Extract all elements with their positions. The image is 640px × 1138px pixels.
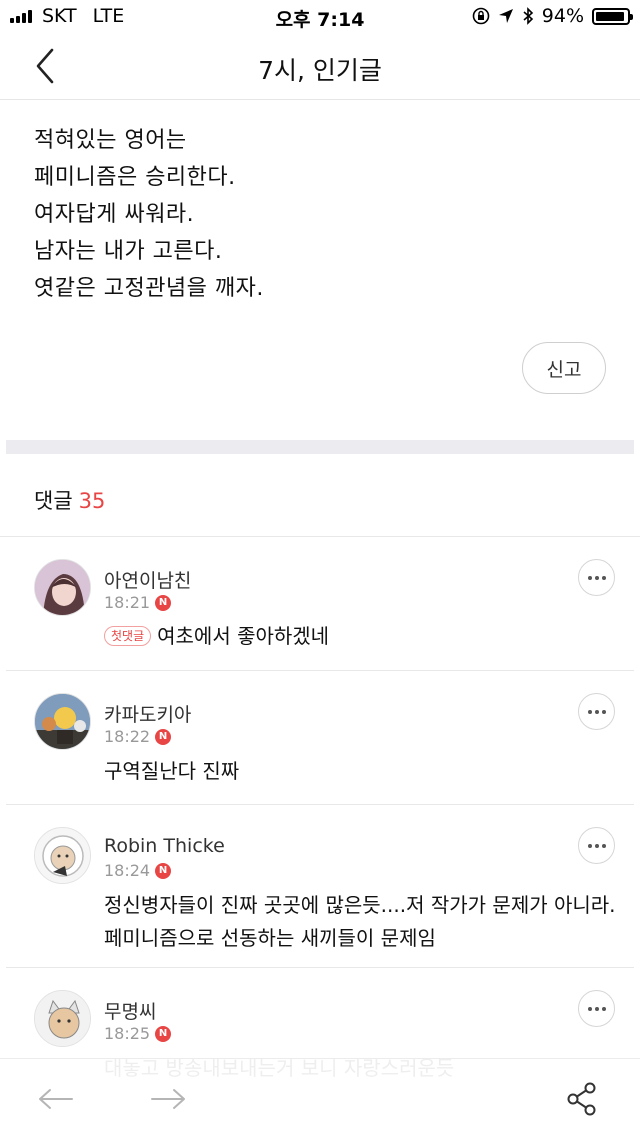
section-divider: [6, 440, 634, 454]
bottom-toolbar: [0, 1058, 640, 1138]
comment-time: 18:24: [104, 861, 151, 880]
more-button[interactable]: [578, 827, 615, 864]
comment-body: 구역질난다 진짜: [104, 759, 240, 783]
comment-item: 카파도키아 18:22 N 구역질난다 진짜: [0, 671, 640, 805]
prev-button[interactable]: [34, 1077, 78, 1121]
comment-author[interactable]: 아연이남친: [104, 566, 191, 593]
avatar[interactable]: [34, 827, 91, 884]
comment-time: 18:21: [104, 593, 151, 612]
status-bar: SKT LTE 오후 7:14 94%: [0, 0, 640, 34]
comment-time: 18:25: [104, 1024, 151, 1043]
comments-header: 댓글 35: [34, 485, 105, 515]
battery-percent: 94%: [541, 5, 584, 27]
more-icon: [587, 575, 606, 580]
new-badge: N: [155, 728, 172, 745]
next-button[interactable]: [146, 1077, 190, 1121]
article-line: 엿같은 고정관념을 깨자.: [34, 276, 264, 301]
new-badge: N: [155, 1025, 172, 1042]
article-line: 페미니즘은 승리한다.: [34, 165, 236, 190]
article-line: 남자는 내가 고른다.: [34, 239, 223, 264]
comment-text: 첫댓글 여초에서 좋아하겠네: [104, 620, 624, 653]
comment-item: Robin Thicke 18:24 N 정신병자들이 진짜 곳곳에 많은듯..…: [0, 805, 640, 968]
more-icon: [587, 843, 606, 848]
comment-item: 아연이남친 18:21 N 첫댓글 여초에서 좋아하겠네: [0, 537, 640, 671]
avatar-photo: [35, 694, 90, 749]
comments-label: 댓글: [34, 489, 73, 513]
avatar-photo: [35, 991, 90, 1046]
comment-author[interactable]: 무명씨: [104, 997, 156, 1024]
article-body: 적혀있는 영어는 페미니즘은 승리한다. 여자답게 싸워라. 남자는 내가 고른…: [34, 122, 614, 307]
comment-meta: 18:25 N: [104, 1024, 172, 1043]
more-button[interactable]: [578, 693, 615, 730]
battery-icon: [592, 7, 633, 25]
comment-body: 정신병자들이 진짜 곳곳에 많은듯....저 작가가 문제가 아니라. 페미니즘…: [104, 893, 616, 950]
arrow-left-icon: [39, 1089, 73, 1109]
share-icon: [567, 1082, 596, 1116]
avatar-photo: [35, 828, 90, 883]
article-line: 적혀있는 영어는: [34, 128, 187, 153]
more-icon: [587, 1006, 606, 1011]
avatar[interactable]: [34, 990, 91, 1047]
comment-meta: 18:22 N: [104, 727, 172, 746]
comment-meta: 18:24 N: [104, 861, 172, 880]
comment-body: 여초에서 좋아하겠네: [157, 624, 330, 648]
share-button[interactable]: [560, 1077, 604, 1121]
first-comment-badge: 첫댓글: [104, 626, 152, 646]
more-button[interactable]: [578, 559, 615, 596]
comments-count: 35: [78, 489, 106, 513]
location-icon: [498, 9, 513, 23]
avatar[interactable]: [34, 559, 91, 616]
avatar-photo: [35, 560, 90, 615]
comment-author[interactable]: 카파도키아: [104, 700, 191, 727]
comment-meta: 18:21 N: [104, 593, 172, 612]
rotation-lock-icon: [472, 7, 490, 25]
arrow-right-icon: [151, 1089, 185, 1109]
comment-author[interactable]: Robin Thicke: [104, 835, 225, 857]
more-icon: [587, 709, 606, 714]
report-button[interactable]: 신고: [522, 342, 606, 394]
new-badge: N: [155, 862, 172, 879]
new-badge: N: [155, 594, 172, 611]
comment-time: 18:22: [104, 727, 151, 746]
article-line: 여자답게 싸워라.: [34, 202, 195, 227]
bluetooth-icon: [523, 7, 533, 25]
avatar[interactable]: [34, 693, 91, 750]
nav-header: 7시, 인기글: [0, 34, 640, 100]
more-button[interactable]: [578, 990, 615, 1027]
page-title: 7시, 인기글: [258, 56, 382, 85]
